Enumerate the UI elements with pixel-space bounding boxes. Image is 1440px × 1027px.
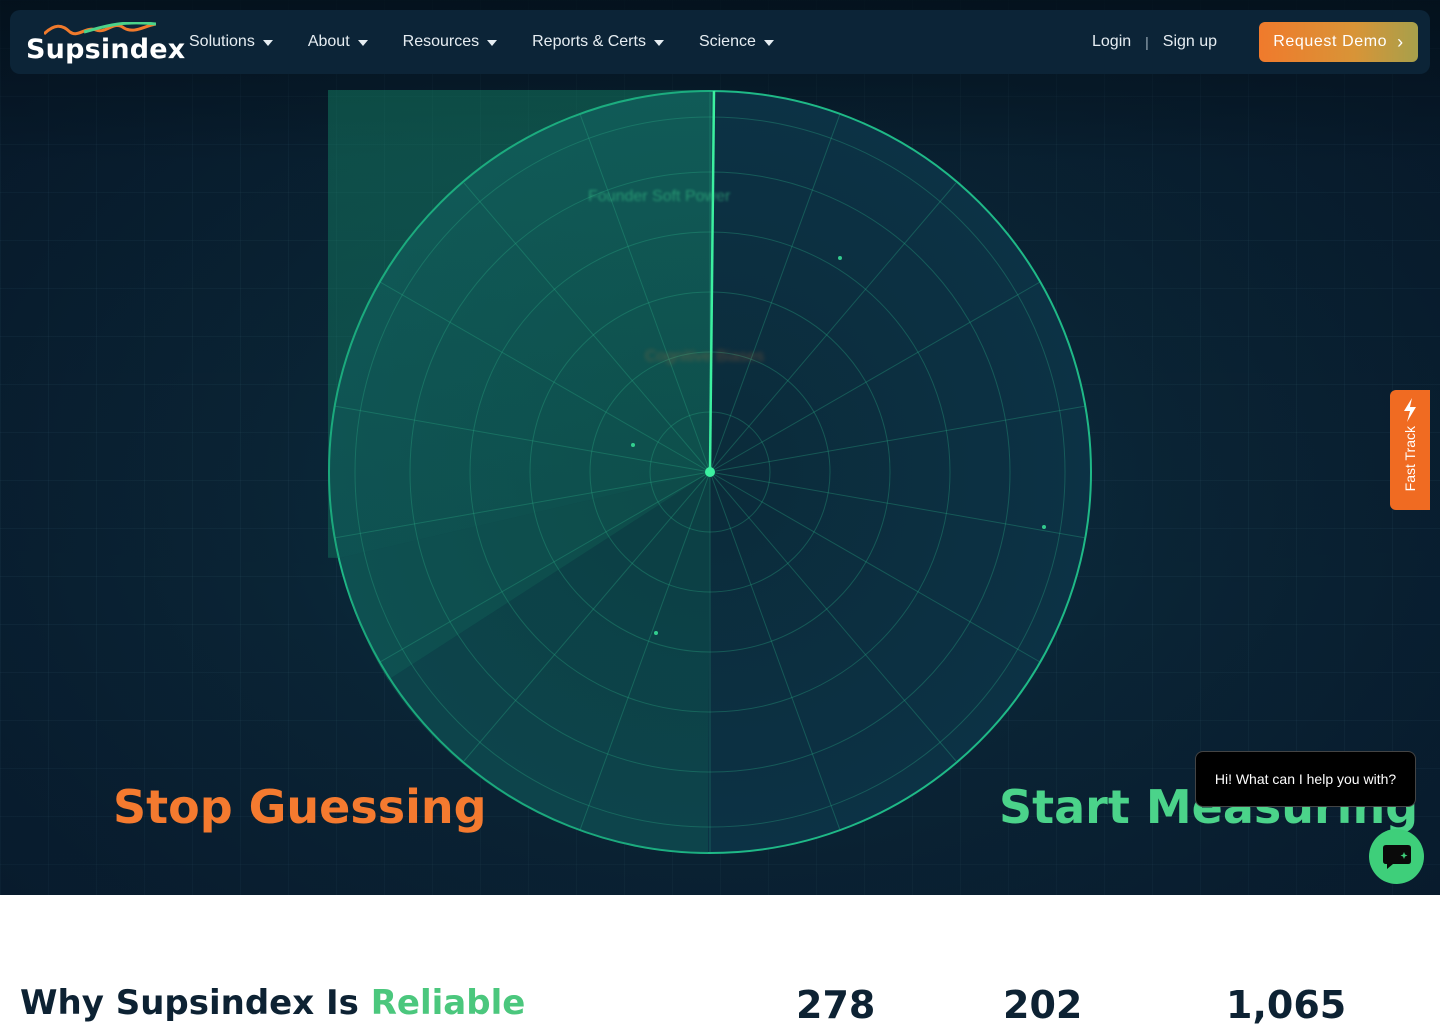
auth-separator: | xyxy=(1145,34,1149,50)
stat-value: 1,065 xyxy=(1226,983,1347,1027)
fast-track-tab[interactable]: Fast Track xyxy=(1390,390,1430,510)
caret-down-icon xyxy=(357,40,368,46)
fast-track-label: Fast Track xyxy=(1402,426,1418,492)
chevron-right-icon: › xyxy=(1397,32,1404,52)
nav-item-solutions[interactable]: Solutions xyxy=(189,33,273,51)
radar-label-founder-soft-power: Founder Soft Power xyxy=(588,188,731,205)
stat-value: 278 xyxy=(796,983,876,1027)
chat-greeting-bubble[interactable]: Hi! What can I help you with? xyxy=(1195,751,1416,807)
reliability-section: Why Supsindex Is Reliable 278 202 1,065 xyxy=(0,895,1440,1027)
caret-down-icon xyxy=(487,40,498,46)
caret-down-icon xyxy=(763,40,774,46)
supsindex-logo[interactable]: Supsindex xyxy=(26,20,185,66)
nav-item-science[interactable]: Science xyxy=(699,33,774,51)
caret-down-icon xyxy=(262,40,273,46)
login-link[interactable]: Login xyxy=(1092,33,1131,51)
hero-stop-guessing: Stop Guessing xyxy=(113,780,487,834)
logo-text: Supsindex xyxy=(26,34,186,65)
caret-down-icon xyxy=(653,40,664,46)
nav-menu: Solutions About Resources Reports & Cert… xyxy=(189,10,809,74)
chat-launcher-button[interactable] xyxy=(1369,829,1424,884)
radar-label-cognitive-biases: Cognitive Biases xyxy=(645,348,765,365)
nav-item-about[interactable]: About xyxy=(308,33,368,51)
auth-links: Login | Sign up xyxy=(1092,10,1217,74)
request-demo-button[interactable]: Request Demo › xyxy=(1259,22,1418,62)
section-title: Why Supsindex Is Reliable xyxy=(20,983,526,1023)
nav-item-reports-certs[interactable]: Reports & Certs xyxy=(532,33,664,51)
stat-value: 202 xyxy=(1003,983,1083,1027)
hero-section: Founder Soft Power Cognitive Biases Stop… xyxy=(0,0,1440,895)
chat-icon xyxy=(1382,844,1411,869)
nav-item-resources[interactable]: Resources xyxy=(403,33,498,51)
signup-link[interactable]: Sign up xyxy=(1163,33,1217,51)
top-navbar: Supsindex Solutions About Resources Repo… xyxy=(10,10,1430,74)
lightning-icon xyxy=(1404,398,1416,422)
